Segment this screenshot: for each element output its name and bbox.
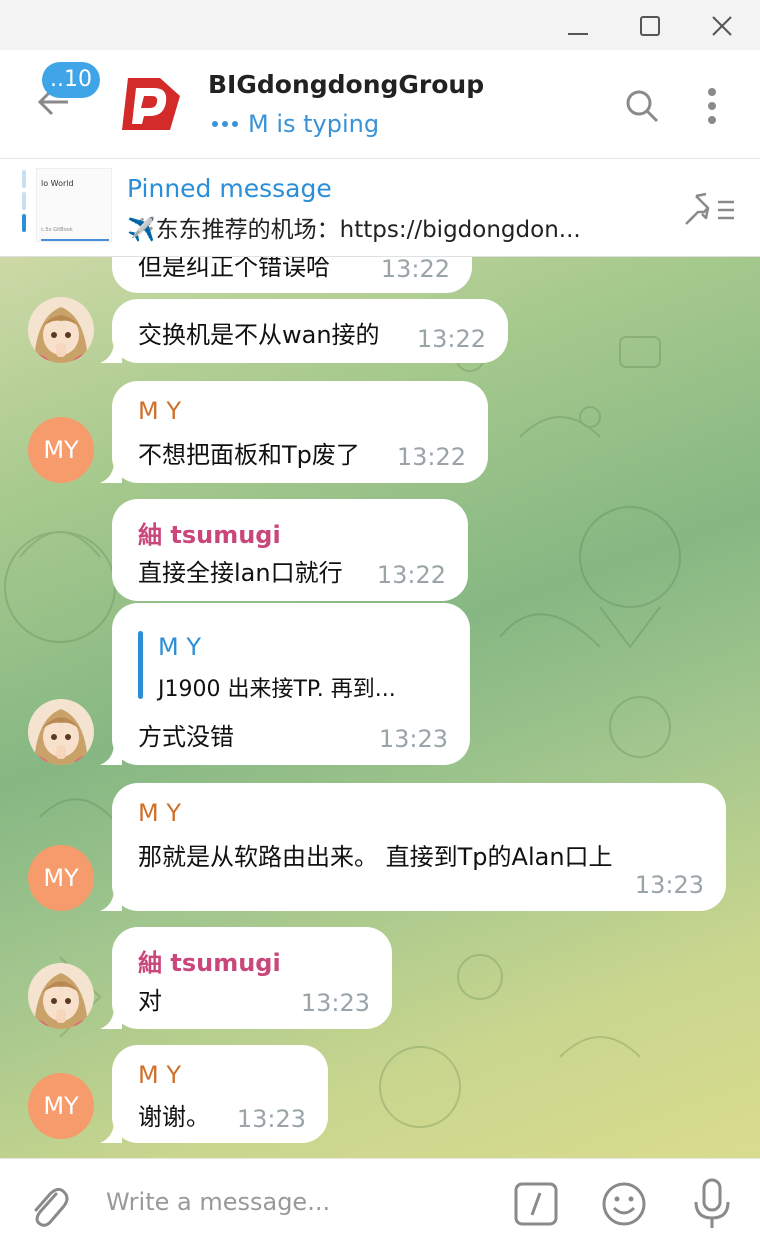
sender-name[interactable]: M Y <box>138 799 181 827</box>
message-time: 13:22 <box>376 561 446 589</box>
message-text: 不想把面板和Tp废了 <box>138 441 360 469</box>
paperclip-icon[interactable] <box>26 1180 70 1230</box>
more-options-icon[interactable] <box>700 84 724 128</box>
pinned-thumb-title: lo World <box>41 179 74 188</box>
message-bubble[interactable]: 但是纠正个错误哈 13:22 <box>112 257 472 293</box>
unread-badge[interactable]: ..10 <box>42 62 100 98</box>
pinned-thumb-subtitle: c.5x GitBook <box>41 227 73 233</box>
minimize-icon[interactable] <box>560 8 596 44</box>
message-text: 那就是从软路由出来。 直接到Tp的Alan口上 <box>138 843 613 871</box>
message-text: 但是纠正个错误哈 <box>138 257 330 281</box>
avatar[interactable] <box>28 297 94 363</box>
microphone-icon[interactable] <box>692 1178 732 1230</box>
sender-name[interactable]: 紬 tsumugi <box>138 515 281 550</box>
search-icon[interactable] <box>622 86 662 126</box>
message-bubble[interactable]: M Y 不想把面板和Tp废了 13:22 <box>112 381 488 483</box>
close-icon[interactable] <box>704 8 740 44</box>
pinned-label: Pinned message <box>127 174 332 203</box>
message-bubble[interactable]: M Y 那就是从软路由出来。 直接到Tp的Alan口上 13:23 <box>112 783 726 911</box>
bot-commands-icon[interactable] <box>513 1181 559 1227</box>
message-text: 交换机是不从wan接的 <box>138 321 380 349</box>
message-text: 对 <box>138 987 162 1015</box>
pinned-thumbnail: lo World c.5x GitBook <box>36 168 112 242</box>
message-bubble[interactable]: 紬 tsumugi 对 13:23 <box>112 927 392 1029</box>
avatar[interactable]: MY <box>28 417 94 483</box>
emoji-icon[interactable] <box>600 1180 648 1228</box>
pinned-text: ✈️东东推荐的机场：https://bigdongdon... <box>127 217 581 243</box>
message-time: 13:23 <box>378 725 448 753</box>
avatar[interactable] <box>28 963 94 1029</box>
message-bubble[interactable]: M Y J1900 出来接TP. 再到... 方式没错 13:23 <box>112 603 470 765</box>
maximize-icon[interactable] <box>632 8 668 44</box>
message-bubble[interactable]: 交换机是不从wan接的 13:22 <box>112 299 508 363</box>
reply-bar <box>138 631 143 699</box>
message-time: 13:23 <box>634 871 704 899</box>
message-text: 谢谢。 <box>138 1103 210 1131</box>
sender-name[interactable]: 紬 tsumugi <box>138 943 281 978</box>
pinned-list-icon[interactable] <box>682 190 738 230</box>
chat-title[interactable]: BIGdongdongGroup <box>208 70 484 99</box>
avatar[interactable] <box>28 699 94 765</box>
message-time: 13:22 <box>396 443 466 471</box>
message-time: 13:23 <box>236 1105 306 1133</box>
message-time: 13:23 <box>300 989 370 1017</box>
typing-status: M is typing <box>212 110 379 138</box>
reply-sender[interactable]: M Y <box>158 633 201 661</box>
sender-name[interactable]: M Y <box>138 397 181 425</box>
sender-name[interactable]: M Y <box>138 1061 181 1089</box>
pinned-indicator <box>22 170 26 232</box>
reply-text[interactable]: J1900 出来接TP. 再到... <box>158 671 396 703</box>
chat-area[interactable]: 但是纠正个错误哈 13:22 交换机是不从wan接的 13:22 MY M Y … <box>0 257 760 1158</box>
message-text: 直接全接lan口就行 <box>138 559 343 587</box>
message-input[interactable]: Write a message... <box>106 1188 330 1216</box>
avatar[interactable]: MY <box>28 1073 94 1139</box>
message-time: 13:22 <box>416 325 486 353</box>
message-bubble[interactable]: M Y 谢谢。 13:23 <box>112 1045 328 1143</box>
group-logo[interactable] <box>120 74 186 134</box>
message-text: 方式没错 <box>138 723 234 751</box>
message-time: 13:22 <box>380 257 450 283</box>
typing-text: M is typing <box>248 110 380 138</box>
message-bubble[interactable]: 紬 tsumugi 直接全接lan口就行 13:22 <box>112 499 468 601</box>
typing-dots-icon <box>212 121 238 127</box>
window-titlebar <box>0 0 760 50</box>
avatar[interactable]: MY <box>28 845 94 911</box>
